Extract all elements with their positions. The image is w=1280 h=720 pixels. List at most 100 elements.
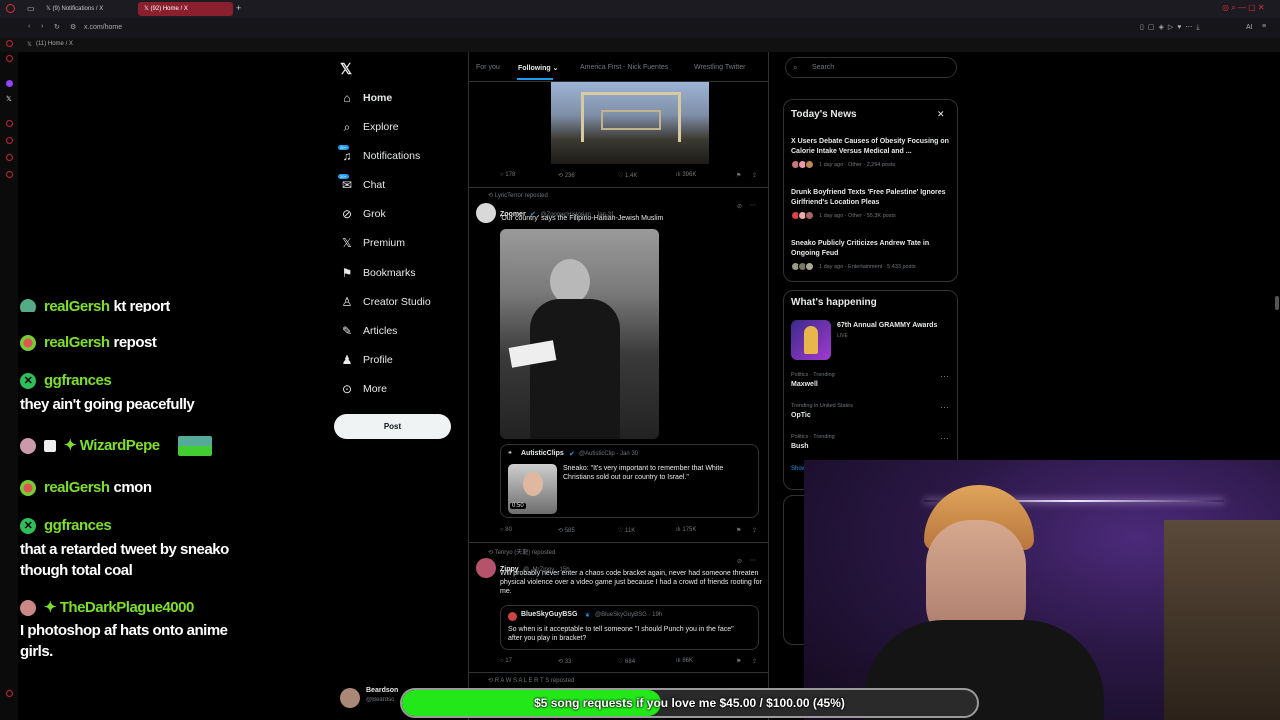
repost-button[interactable]: ⟲ 33: [558, 658, 571, 665]
quote-tweet[interactable]: ❝ AutisticClips ✔ @AutisticClip · Jan 30…: [500, 444, 759, 518]
sidebar-app-icon[interactable]: [6, 154, 13, 161]
grok-icon[interactable]: ⊘: [737, 203, 742, 210]
tab-for-you[interactable]: For you: [476, 64, 500, 71]
repost-context: ⟲ LyricTerror reposted: [488, 193, 548, 199]
nav-item-more[interactable]: ⊙ More: [340, 382, 387, 396]
tweet-image[interactable]: [551, 82, 709, 164]
chat-message-text: that a retarded tweet by sneako: [20, 541, 229, 558]
more-icon[interactable]: ⋯: [940, 402, 949, 413]
grammy-event-image[interactable]: [791, 320, 831, 360]
nav-item-explore[interactable]: ⌕ Explore: [340, 120, 399, 134]
nav-item-chat[interactable]: ✉ 20+ Chat: [338, 174, 385, 192]
quote-tweet[interactable]: BlueSkyGuyBSG ❦ @BlueSkyGuyBSG · 19h So …: [500, 605, 759, 650]
like-button[interactable]: ♡ 11K: [618, 527, 635, 534]
news-item-title[interactable]: Drunk Boyfriend Texts 'Free Palestine' I…: [791, 188, 953, 208]
browser-tab-notifications[interactable]: 𝕏 (9) Notifications / X: [40, 2, 135, 16]
post-button[interactable]: Post: [334, 414, 451, 439]
site-info-icon[interactable]: ⚙: [70, 23, 76, 31]
nav-item-profile[interactable]: ♟ Profile: [340, 353, 393, 367]
account-name: Beardson: [366, 687, 399, 694]
x-logo-icon[interactable]: 𝕏: [340, 60, 352, 78]
tab-following[interactable]: Following ⌄: [518, 64, 559, 72]
browser-logo-icon[interactable]: [6, 4, 15, 13]
new-tab-button[interactable]: +: [236, 3, 241, 13]
grok-icon[interactable]: ⊘: [737, 558, 742, 565]
more-icon[interactable]: ⋯: [750, 202, 756, 209]
sidebar-toggle-icon[interactable]: ▭: [27, 4, 35, 13]
tab-america-first[interactable]: America First - Nick Fuentes: [580, 64, 668, 71]
reply-button[interactable]: ○ 178: [500, 172, 515, 178]
twitch-icon[interactable]: [6, 80, 13, 87]
quote-video-thumbnail[interactable]: 0:50: [508, 464, 557, 514]
reload-icon[interactable]: ↻: [54, 23, 60, 31]
avatar[interactable]: [476, 203, 496, 223]
forward-icon[interactable]: ›: [41, 23, 43, 30]
repost-icon: ⟲: [488, 193, 495, 199]
nav-item-creator-studio[interactable]: ♙ Creator Studio: [340, 295, 431, 309]
reply-button[interactable]: ○ 80: [500, 527, 512, 533]
verified-badge-icon: ✦: [44, 599, 60, 616]
search-input[interactable]: ⌕ Search: [785, 57, 957, 78]
feed-border: [768, 52, 769, 720]
sidebar-app-icon[interactable]: [6, 120, 13, 127]
reply-button[interactable]: ○ 17: [500, 658, 512, 664]
window-controls[interactable]: ◎ ⌕ ― ▢ ✕: [1222, 3, 1265, 13]
like-button[interactable]: ♡ 1.4K: [618, 172, 637, 179]
like-button[interactable]: ♡ 684: [618, 658, 635, 665]
grammy-trophy-icon: [804, 326, 818, 354]
share-icon[interactable]: ⇪: [752, 527, 757, 534]
url-field[interactable]: x.com/home: [84, 24, 122, 31]
browser-tab-home[interactable]: 𝕏 (92) Home / X: [138, 2, 233, 16]
nav-item-grok[interactable]: ⊘ Grok: [340, 207, 386, 221]
bookmark-icon[interactable]: ⚑: [736, 658, 741, 665]
avatar: [340, 688, 360, 708]
tab-wrestling-twitter[interactable]: Wrestling Twitter: [694, 64, 745, 71]
news-item-title[interactable]: X Users Debate Causes of Obesity Focusin…: [791, 137, 953, 157]
repost-button[interactable]: ⟲ 585: [558, 527, 575, 534]
feed-border: [468, 52, 469, 720]
trend-context: Trending in United States: [791, 403, 853, 409]
account-handle: @Beardson: [366, 697, 394, 703]
sidebar-app-icon[interactable]: [6, 40, 13, 47]
browser-tab-bar: ▭ 𝕏 (9) Notifications / X 𝕏 (92) Home / …: [0, 0, 1280, 18]
views-button[interactable]: ılı 175K: [676, 527, 696, 533]
views-button[interactable]: ılı 86K: [676, 658, 693, 664]
notification-count-badge: 20+: [338, 145, 349, 150]
share-icon[interactable]: ⇪: [752, 172, 757, 179]
nav-item-bookmarks[interactable]: ⚑ Bookmarks: [340, 266, 416, 280]
event-title[interactable]: 67th Annual GRAMMY Awards: [837, 322, 937, 329]
repost-button[interactable]: ⟲ 236: [558, 172, 575, 179]
share-icon[interactable]: ⇪: [752, 658, 757, 665]
nav-item-articles[interactable]: ✎ Articles: [340, 324, 397, 338]
tweet-actions: ○ 80 ⟲ 585 ♡ 11K ılı 175K ⚑ ⇪: [500, 527, 760, 537]
x-logo-icon[interactable]: 𝕏: [6, 95, 12, 103]
back-icon[interactable]: ‹: [28, 23, 30, 30]
sidebar-app-icon[interactable]: [6, 171, 13, 178]
close-icon[interactable]: ✕: [937, 109, 945, 120]
more-icon[interactable]: ⋯: [940, 371, 949, 382]
trend-name[interactable]: OpTic: [791, 412, 811, 419]
more-icon[interactable]: ⋯: [940, 433, 949, 444]
sidebar-app-icon[interactable]: [6, 137, 13, 144]
views-button[interactable]: ılı 396K: [676, 172, 696, 178]
bookmark-icon[interactable]: ⚑: [736, 172, 741, 179]
more-icon[interactable]: ⋯: [750, 557, 756, 564]
tweet-image[interactable]: [500, 229, 659, 439]
ai-button[interactable]: AI: [1246, 24, 1253, 31]
sidebar-app-icon[interactable]: [6, 55, 13, 62]
page-scrollbar[interactable]: [1275, 296, 1279, 310]
avatar[interactable]: [476, 558, 496, 578]
menu-icon[interactable]: ≡: [1262, 23, 1266, 30]
sidebar-app-icon[interactable]: [6, 690, 13, 697]
bookmark-item[interactable]: (11) Home / X: [36, 41, 73, 47]
trend-name[interactable]: Bush: [791, 443, 809, 450]
chat-avatar-icon: [20, 334, 36, 351]
extension-icons[interactable]: ▯▢◈▷♥⋯⤓: [1140, 23, 1203, 32]
bookmark-icon[interactable]: ⚑: [736, 527, 741, 534]
nav-item-notifications[interactable]: ♫ 20+ Notifications: [338, 145, 420, 163]
nav-item-home[interactable]: ⌂ Home: [340, 91, 392, 105]
trend-name[interactable]: Maxwell: [791, 381, 818, 388]
news-item-title[interactable]: Sneako Publicly Criticizes Andrew Tate i…: [791, 239, 953, 259]
nav-item-premium[interactable]: 𝕏 Premium: [340, 236, 405, 250]
divider: [468, 672, 768, 673]
